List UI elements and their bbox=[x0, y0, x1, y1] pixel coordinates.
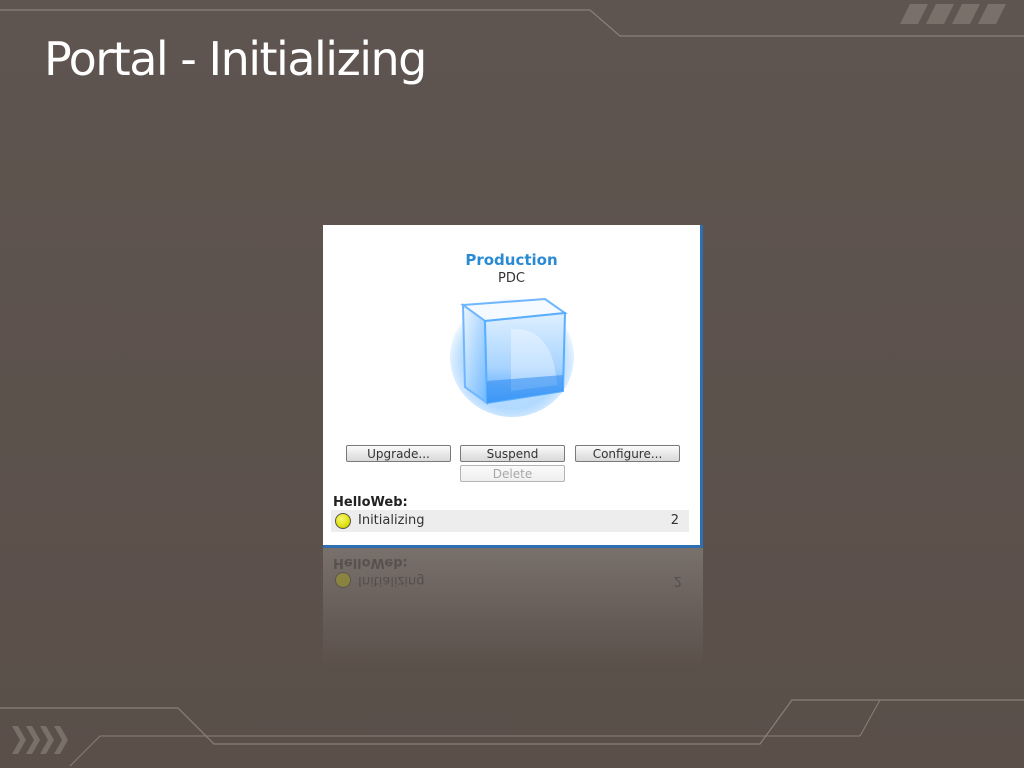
configure-button[interactable]: Configure... bbox=[575, 445, 680, 462]
slide-title: Portal - Initializing bbox=[44, 32, 427, 86]
deployment-panel: Production PDC Upgrade... Suspend Config… bbox=[323, 225, 703, 548]
upgrade-button[interactable]: Upgrade... bbox=[346, 445, 451, 462]
status-yellow-dot-icon bbox=[335, 513, 351, 529]
delete-button: Delete bbox=[460, 465, 565, 482]
deployment-label: PDC bbox=[498, 271, 525, 286]
reflected-status-dot-icon bbox=[335, 572, 351, 588]
role-name: HelloWeb: bbox=[333, 495, 408, 510]
role-status-row[interactable]: Initializing 2 bbox=[331, 510, 689, 532]
reflected-role-name: HelloWeb: bbox=[333, 555, 408, 570]
instance-count: 2 bbox=[670, 513, 679, 528]
reflected-role-status: Initializing bbox=[358, 573, 425, 588]
slide: Portal - Initializing Production PDC Upg… bbox=[0, 0, 1024, 768]
reflected-instance-count: 2 bbox=[673, 573, 682, 588]
role-status: Initializing bbox=[358, 513, 425, 528]
reflection-content: Initializing 2 HelloWeb: bbox=[323, 548, 700, 608]
panel-reflection: Initializing 2 HelloWeb: bbox=[323, 548, 703, 668]
hosted-service-cube-icon bbox=[450, 297, 574, 417]
bottom-decoration bbox=[0, 699, 1024, 767]
deployment-name: Production bbox=[465, 251, 558, 269]
suspend-button[interactable]: Suspend bbox=[460, 445, 565, 462]
